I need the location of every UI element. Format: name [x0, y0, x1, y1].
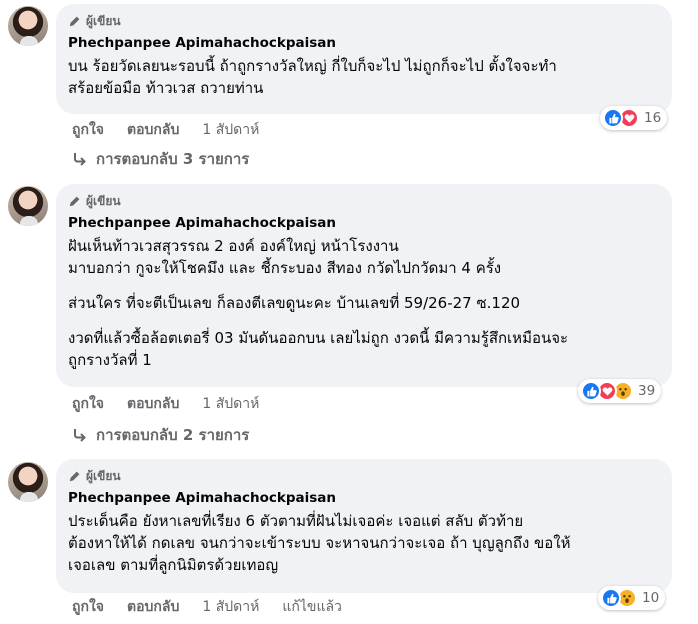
avatar[interactable] [8, 6, 48, 46]
timestamp[interactable]: 1 สัปดาห์ [202, 119, 259, 141]
author-badge-label: ผู้เขียน [86, 468, 121, 483]
reaction-summary[interactable]: 39 [578, 379, 662, 403]
reaction-summary[interactable]: 10 [598, 586, 666, 610]
avatar[interactable] [8, 186, 48, 226]
author-name[interactable]: Phechpanpee Apimahachockpaisan [68, 34, 660, 52]
view-replies-link[interactable]: การตอบกลับ 2 รายการ [72, 424, 249, 446]
view-replies-link[interactable]: การตอบกลับ 3 รายการ [72, 148, 249, 170]
like-button[interactable]: ถูกใจ [72, 393, 104, 415]
comment-text: ส่วนใคร ที่จะตีเป็นเลข ก็ลองตีเลขดูนะคะ … [68, 294, 521, 312]
reply-arrow-icon [74, 429, 86, 442]
replies-label: การตอบกลับ 2 รายการ [96, 426, 250, 444]
reaction-summary[interactable]: 16 [600, 106, 668, 130]
like-reaction-icon [601, 588, 621, 608]
like-button[interactable]: ถูกใจ [72, 596, 104, 618]
author-badge: ผู้เขียน [68, 192, 660, 210]
reaction-count: 39 [638, 383, 656, 399]
reaction-count: 16 [644, 110, 662, 126]
reaction-count: 10 [642, 590, 660, 606]
replies-label: การตอบกลับ 3 รายการ [96, 150, 250, 168]
author-badge: ผู้เขียน [68, 467, 660, 485]
author-badge: ผู้เขียน [68, 12, 660, 30]
edited-label[interactable]: แก้ไขแล้ว [282, 596, 342, 618]
comment-actions: ถูกใจ ตอบกลับ 1 สัปดาห์ [72, 120, 282, 140]
comment-bubble: ผู้เขียน Phechpanpee Apimahachockpaisan … [56, 184, 672, 387]
comment-text: ประเด็นคือ ยังหาเลขที่เรียง 6 ตัวตามที่ฝ… [68, 512, 571, 574]
reply-button[interactable]: ตอบกลับ [127, 393, 179, 415]
comment-text: บน ร้อยวัดเลยนะรอบนี้ ถ้าถูกรางวัลใหญ่ ก… [68, 57, 557, 97]
avatar[interactable] [8, 462, 48, 502]
comment-actions: ถูกใจ ตอบกลับ 1 สัปดาห์ แก้ไขแล้ว [72, 597, 365, 617]
author-badge-label: ผู้เขียน [86, 193, 121, 208]
like-reaction-icon [581, 381, 601, 401]
pencil-icon [69, 196, 80, 207]
comment-text: ฝันเห็นท้าวเวสสุวรรณ 2 องค์ องค์ใหญ่ หน้… [68, 237, 502, 277]
comment-actions: ถูกใจ ตอบกลับ 1 สัปดาห์ [72, 394, 282, 414]
reply-button[interactable]: ตอบกลับ [127, 596, 179, 618]
pencil-icon [69, 471, 80, 482]
comment-bubble: ผู้เขียน Phechpanpee Apimahachockpaisan … [56, 459, 672, 593]
comment-text: งวดที่แล้วซื้อล้อตเตอรี่ 03 มันดันออกบน … [68, 329, 569, 369]
like-button[interactable]: ถูกใจ [72, 119, 104, 141]
author-badge-label: ผู้เขียน [86, 13, 121, 28]
author-name[interactable]: Phechpanpee Apimahachockpaisan [68, 489, 660, 507]
timestamp[interactable]: 1 สัปดาห์ [202, 393, 259, 415]
pencil-icon [69, 16, 80, 27]
comment-bubble: ผู้เขียน Phechpanpee Apimahachockpaisan … [56, 4, 672, 114]
author-name[interactable]: Phechpanpee Apimahachockpaisan [68, 214, 660, 232]
reply-button[interactable]: ตอบกลับ [127, 119, 179, 141]
timestamp[interactable]: 1 สัปดาห์ [202, 596, 259, 618]
like-reaction-icon [603, 108, 623, 128]
reply-arrow-icon [74, 153, 86, 166]
